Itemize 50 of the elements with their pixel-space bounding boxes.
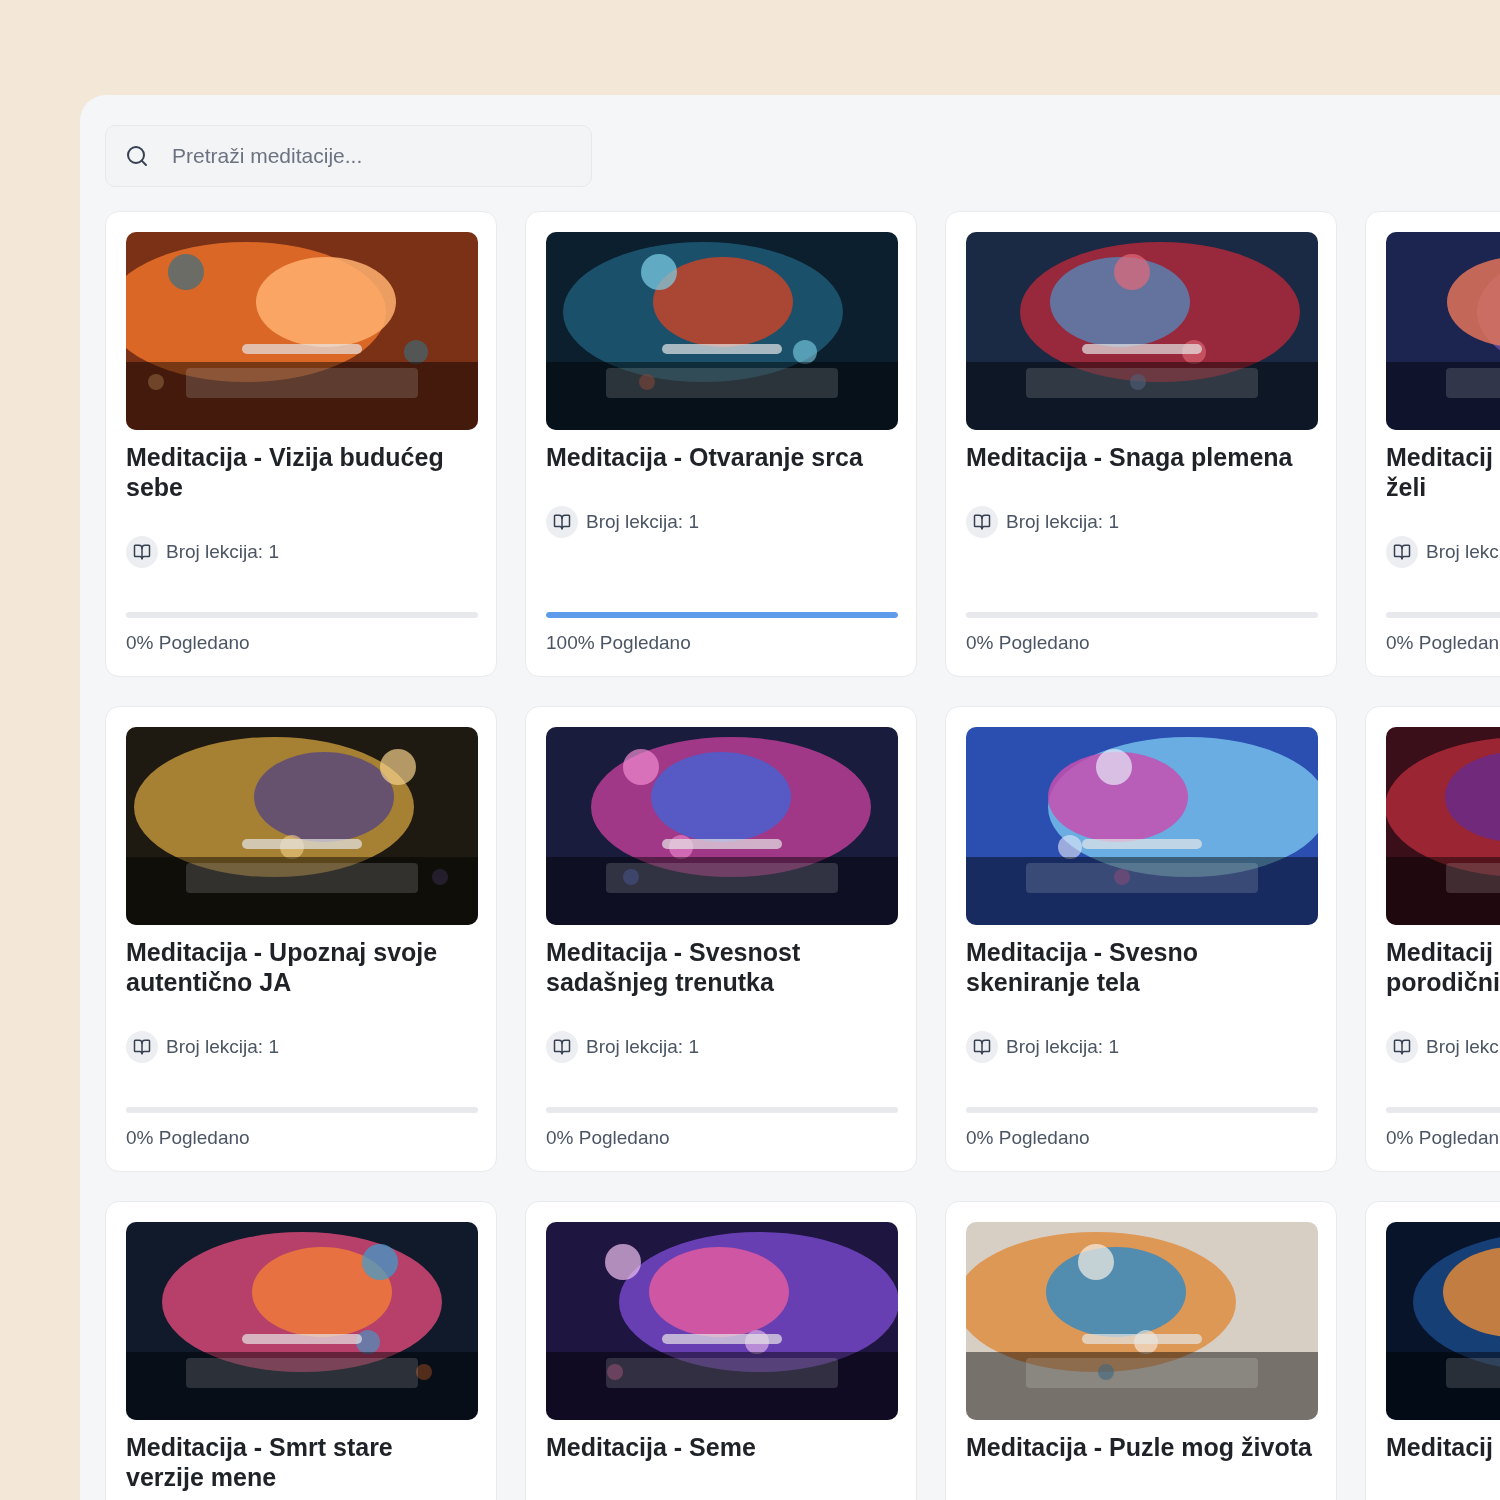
book-icon <box>966 506 998 538</box>
card-title: Meditacija - Smrt stare verzije mene <box>126 1432 394 1492</box>
lesson-count: Broj lekcija: 1 <box>166 541 279 563</box>
book-icon <box>546 506 578 538</box>
progress-text: 0% Pogledano <box>966 632 1090 654</box>
meditation-card[interactable]: Meditacija - Puzle mog života <box>945 1201 1337 1500</box>
meditation-card[interactable]: Meditacija - Snaga plemena Broj lekcija: 1 0% Pogledano <box>945 211 1337 677</box>
meditation-card[interactable]: Meditacija - Svesno skeniranje tela Broj lekcija: 1 0% Pogledano <box>945 706 1337 1172</box>
progress-text: 0% Pogledano <box>126 632 250 654</box>
meditation-card[interactable]: Meditacij želi Broj lekc 0% Pogledan <box>1365 211 1500 677</box>
progress-text: 0% Pogledano <box>546 1127 670 1149</box>
lesson-count: Broj lekcija: 1 <box>1006 511 1119 533</box>
progress-text: 0% Pogledano <box>126 1127 250 1149</box>
meditation-card[interactable]: Meditacij <box>1365 1201 1500 1500</box>
progress-text: 0% Pogledan <box>1386 1127 1500 1149</box>
lesson-count: Broj lekcija: 1 <box>166 1036 279 1058</box>
card-title: Meditacija - Seme <box>546 1432 756 1462</box>
meditation-card[interactable]: Meditacija - Svesnost sadašnjeg trenutka Broj lekcija: 1 0% Pogledano <box>525 706 917 1172</box>
lesson-count: Broj lekc <box>1426 541 1499 563</box>
card-title: Meditacija - Upoznaj svoje autentično JA <box>126 937 439 997</box>
card-title: Meditacija - Vizija budućeg sebe <box>126 442 445 502</box>
progress-text: 0% Pogledan <box>1386 632 1500 654</box>
search-icon <box>125 144 149 168</box>
lesson-count: Broj lekcija: 1 <box>586 511 699 533</box>
lesson-count: Broj lekc <box>1426 1036 1499 1058</box>
card-title: Meditacij porodični <box>1386 937 1500 997</box>
card-title: Meditacija - Puzle mog života <box>966 1432 1312 1462</box>
book-icon <box>126 536 158 568</box>
card-title: Meditacija - Svesno skeniranje tela <box>966 937 1200 997</box>
card-title: Meditacij želi <box>1386 442 1493 502</box>
meditation-card[interactable]: Meditacija - Otvaranje srca Broj lekcija: 1 100% Pogledano <box>525 211 917 677</box>
meditation-card[interactable]: Meditacija - Smrt stare verzije mene <box>105 1201 497 1500</box>
lesson-count: Broj lekcija: 1 <box>1006 1036 1119 1058</box>
meditation-card[interactable]: Meditacija - Vizija budućeg sebe Broj lekcija: 1 0% Pogledano <box>105 211 497 677</box>
book-icon <box>546 1031 578 1063</box>
search-field[interactable]: Pretraži meditacije... <box>105 125 592 187</box>
progress-text: 100% Pogledano <box>546 632 691 654</box>
progress-text: 0% Pogledano <box>966 1127 1090 1149</box>
card-title: Meditacija - Otvaranje srca <box>546 442 863 472</box>
card-title: Meditacija - Svesnost sadašnjeg trenutka <box>546 937 802 997</box>
book-icon <box>1386 1031 1418 1063</box>
card-title: Meditacij <box>1386 1432 1493 1462</box>
book-icon <box>126 1031 158 1063</box>
meditation-card[interactable]: Meditacija - Upoznaj svoje autentično JA Broj lekcija: 1 0% Pogledano <box>105 706 497 1172</box>
card-title: Meditacija - Snaga plemena <box>966 442 1293 472</box>
lesson-count: Broj lekcija: 1 <box>586 1036 699 1058</box>
meditation-card[interactable]: Meditacija - Seme <box>525 1201 917 1500</box>
meditation-card[interactable]: Meditacij porodični Broj lekc 0% Pogledan <box>1365 706 1500 1172</box>
book-icon <box>966 1031 998 1063</box>
book-icon <box>1386 536 1418 568</box>
